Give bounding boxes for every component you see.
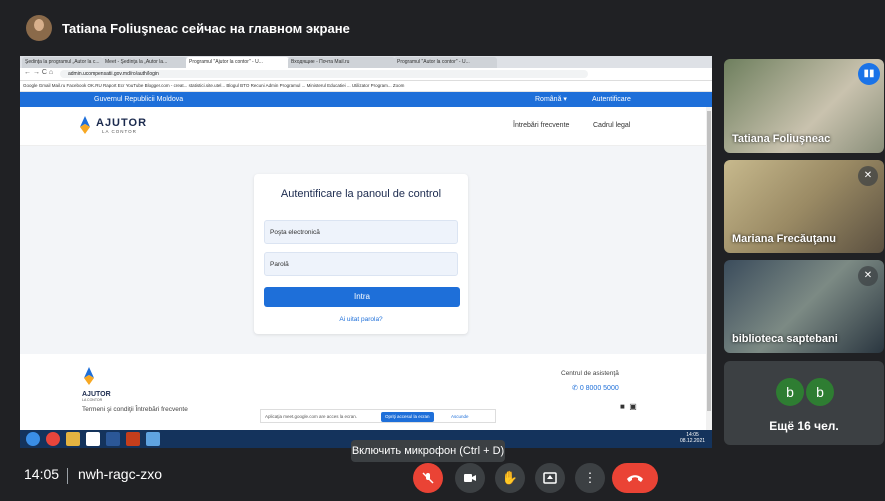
speaking-indicator-icon: ▮▮	[858, 63, 880, 85]
logo-drop-icon	[84, 367, 94, 385]
logo-text: AJUTOR	[96, 117, 148, 129]
participant-tile[interactable]: ✕ biblioteca saptebani	[724, 260, 884, 353]
scrollbar-thumb[interactable]	[707, 111, 711, 411]
browser-tab[interactable]: Programul "Ajutor la contor" - U...	[186, 57, 289, 68]
chrome-icon[interactable]	[46, 432, 60, 446]
phone-icon: ✆	[572, 385, 580, 392]
password-field[interactable]: Parolă	[264, 252, 458, 276]
gov-strip: Guvernul Republicii Moldova Română ▾ Aut…	[20, 92, 712, 107]
nav-legal[interactable]: Cadrul legal	[593, 122, 630, 129]
present-button[interactable]	[535, 463, 565, 493]
presentation-banner-text: Tatiana Foliuşneac сейчас на главном экр…	[62, 20, 350, 36]
browser-address-bar: ← → C ⌂ admin.ucompensatii.gov.md/ro/aut…	[20, 68, 712, 81]
mic-off-icon: ✕	[858, 166, 878, 186]
browser-tab[interactable]: Programul "Autor la contor" - U...	[394, 57, 497, 68]
participant-tile[interactable]: ▮▮ Tatiana Foliuşneac	[724, 59, 884, 153]
gov-label: Guvernul Republicii Moldova	[94, 96, 184, 103]
site-logo[interactable]: AJUTOR LA CONTOR	[78, 115, 146, 137]
participant-name: biblioteca saptebani	[732, 333, 838, 345]
browser-tab[interactable]: Şedinţa la programul „Autor la c...	[22, 57, 103, 68]
shared-screen: Şedinţa la programul „Autor la c... Meet…	[20, 56, 712, 448]
more-vert-icon: ⋮	[583, 470, 597, 485]
footer-logo-subtext: LA CONTOR	[82, 398, 103, 402]
participant-tile[interactable]: ✕ Mariana Frecăuţanu	[724, 160, 884, 253]
presenter-avatar	[26, 15, 52, 41]
support-phone[interactable]: ✆ 0 8000 5000	[572, 384, 619, 392]
explorer-icon[interactable]	[86, 432, 100, 446]
presentation-banner: Tatiana Foliuşneac сейчас на главном экр…	[20, 10, 720, 46]
word-icon[interactable]	[106, 432, 120, 446]
participant-avatar: b	[776, 378, 804, 406]
more-options-button[interactable]: ⋮	[575, 463, 605, 493]
mic-off-icon	[422, 472, 434, 484]
folder-icon[interactable]	[66, 432, 80, 446]
meeting-time: 14:05	[24, 466, 60, 482]
page-scrollbar[interactable]	[706, 107, 712, 430]
meeting-code: nwh-ragc-zxo	[78, 466, 163, 482]
logo-drop-icon	[80, 116, 90, 134]
forgot-password-link[interactable]: Ai uitat parola?	[254, 316, 468, 323]
screen-share-notification: Aplicaţia meet.google.com are acces la e…	[260, 409, 496, 423]
footer-logo[interactable]: AJUTOR LA CONTOR	[82, 366, 111, 402]
login-title: Autentificare la panoul de control	[280, 188, 442, 200]
youtube-icon[interactable]: ▣	[629, 402, 637, 411]
browser-tab[interactable]: Входящие - Почта Mail.ru	[288, 57, 395, 68]
more-participants-label: Ещё 16 чел.	[769, 419, 839, 433]
start-icon[interactable]	[26, 432, 40, 446]
facebook-icon[interactable]: ■	[620, 402, 625, 411]
participant-name: Mariana Frecăuţanu	[732, 233, 836, 245]
hide-notification-button[interactable]: Ascunde	[451, 410, 469, 424]
camera-icon	[464, 474, 476, 482]
hand-icon: ✋	[501, 470, 519, 485]
language-select[interactable]: Română ▾	[535, 92, 567, 107]
taskbar-clock: 14:05 08.12.2021	[680, 432, 705, 444]
taskbar-date: 08.12.2021	[680, 438, 706, 444]
hang-up-icon	[627, 475, 643, 482]
mic-off-icon: ✕	[858, 266, 878, 286]
support-phone-number: 0 8000 5000	[579, 385, 619, 392]
footer-logo-text: AJUTOR	[82, 391, 111, 398]
logo-subtext: LA CONTOR	[102, 129, 137, 134]
site-header: AJUTOR LA CONTOR Întrebări frecvente Cad…	[20, 107, 712, 146]
login-card: Autentificare la panoul de control Poşta…	[254, 174, 468, 334]
nav-faq[interactable]: Întrebări frecvente	[513, 122, 569, 129]
url-field[interactable]: admin.ucompensatii.gov.md/ro/auth/login	[60, 70, 588, 78]
mic-tooltip: Включить микрофон (Ctrl + D)	[351, 440, 505, 462]
social-icons[interactable]: ■ ▣	[620, 402, 637, 411]
raise-hand-button[interactable]: ✋	[495, 463, 525, 493]
present-icon	[543, 472, 557, 484]
stop-sharing-button[interactable]: Opriţi accesul la ecran	[381, 412, 434, 422]
powerpoint-icon[interactable]	[126, 432, 140, 446]
participant-name: Tatiana Foliuşneac	[732, 133, 831, 145]
footer-links[interactable]: Termeni şi condiţii Întrebări frecvente	[82, 406, 188, 413]
camera-toggle-button[interactable]	[455, 463, 485, 493]
app-icon[interactable]	[146, 432, 160, 446]
browser-tab[interactable]: Meet - Şedinţa la „Autor la...	[102, 57, 187, 68]
support-label: Centrul de asistenţă	[561, 370, 619, 377]
browser-tab-bar: Şedinţa la programul „Autor la c... Meet…	[20, 56, 712, 68]
auth-link[interactable]: Autentificare	[592, 92, 631, 107]
browser-nav-icons[interactable]: ← → C ⌂	[24, 69, 53, 76]
notification-text: Aplicaţia meet.google.com are acces la e…	[265, 414, 358, 419]
mic-toggle-button[interactable]	[413, 463, 443, 493]
leave-call-button[interactable]	[612, 463, 658, 493]
email-field[interactable]: Poşta electronică	[264, 220, 458, 244]
more-participants-tile[interactable]: b b Ещё 16 чел.	[724, 361, 884, 445]
bookmarks-bar[interactable]: Google Gmail Mail.ru Facebook OK.RU Rapo…	[20, 81, 712, 92]
divider	[67, 468, 68, 484]
login-button[interactable]: Intra	[264, 287, 460, 307]
participant-avatar: b	[804, 376, 836, 408]
